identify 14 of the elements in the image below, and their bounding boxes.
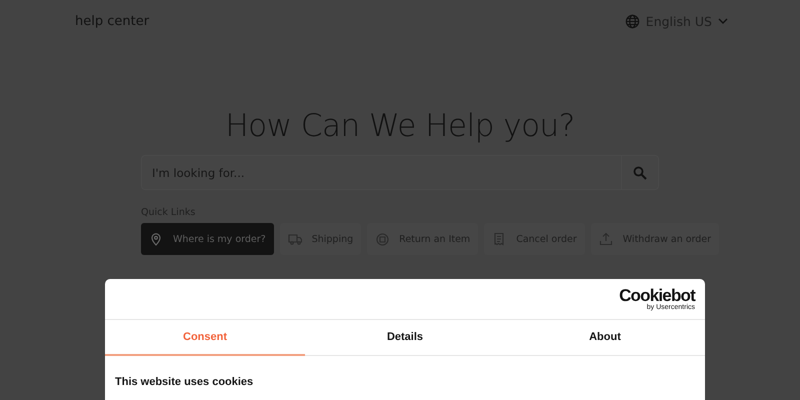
upload-icon (598, 232, 613, 246)
dialog-heading: This website uses cookies (115, 376, 254, 388)
dialog-tab[interactable]: Consent (105, 320, 305, 356)
globe-icon (624, 14, 640, 28)
truck-icon (288, 232, 302, 246)
quick-link[interactable]: Where is my order? (141, 223, 274, 255)
search-button[interactable] (621, 155, 659, 190)
receipt-icon (492, 232, 506, 246)
search-icon (633, 166, 647, 180)
dialog-tab[interactable]: Details (305, 320, 505, 356)
dialog-tab[interactable]: About (505, 320, 705, 356)
map-pin-icon (149, 232, 163, 246)
chevron-down-icon (718, 18, 728, 24)
logo-name: Cookiebot (619, 287, 695, 304)
